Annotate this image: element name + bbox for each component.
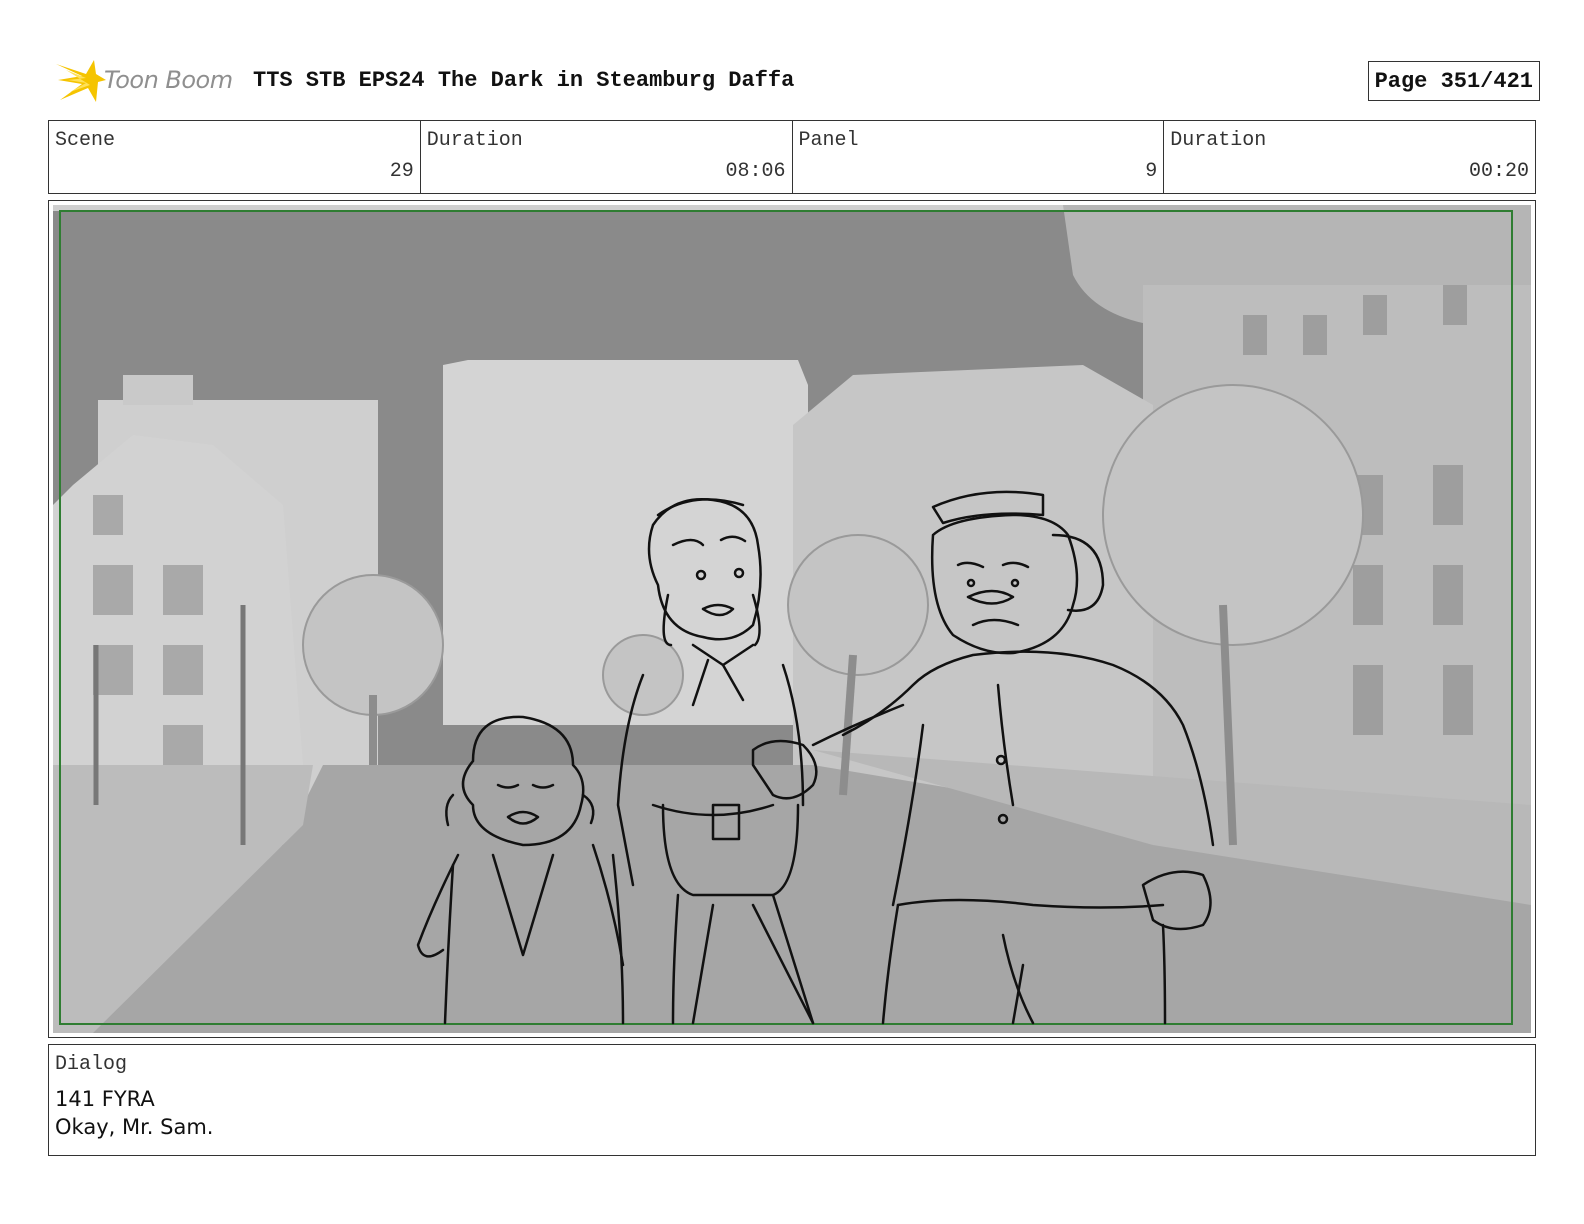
scene-duration-cell: Duration 08:06 <box>421 121 793 193</box>
scene-duration-value: 08:06 <box>725 160 786 183</box>
panel-cell: Panel 9 <box>793 121 1165 193</box>
dialog-speaker: 141 FYRA <box>55 1087 155 1111</box>
panel-value: 9 <box>1145 160 1158 183</box>
storyboard-panel <box>48 200 1536 1038</box>
scene-info-table: Scene 29 Duration 08:06 Panel 9 Duration… <box>48 120 1536 194</box>
scene-value: 29 <box>389 160 414 183</box>
document-title: TTS STB EPS24 The Dark in Steamburg Daff… <box>253 68 795 93</box>
page-number: Page 351/421 <box>1367 61 1540 101</box>
page-header: Toon Boom TTS STB EPS24 The Dark in Stea… <box>52 56 1540 106</box>
panel-duration-cell: Duration 00:20 <box>1164 121 1535 193</box>
panel-label: Panel <box>798 129 859 152</box>
panel-duration-value: 00:20 <box>1468 160 1529 183</box>
dialog-box: Dialog 141 FYRA Okay, Mr. Sam. <box>48 1044 1536 1156</box>
starburst-icon <box>56 60 106 102</box>
panel-drawing <box>53 205 1531 1033</box>
logo-wordmark: Toon Boom <box>104 66 233 94</box>
scene-duration-label: Duration <box>426 129 523 152</box>
dialog-text: Okay, Mr. Sam. <box>55 1115 214 1139</box>
scene-label: Scene <box>55 129 116 152</box>
toon-boom-logo: Toon Boom <box>52 56 242 106</box>
panel-duration-label: Duration <box>1170 129 1267 152</box>
dialog-label: Dialog <box>55 1053 128 1076</box>
scene-cell: Scene 29 <box>49 121 421 193</box>
